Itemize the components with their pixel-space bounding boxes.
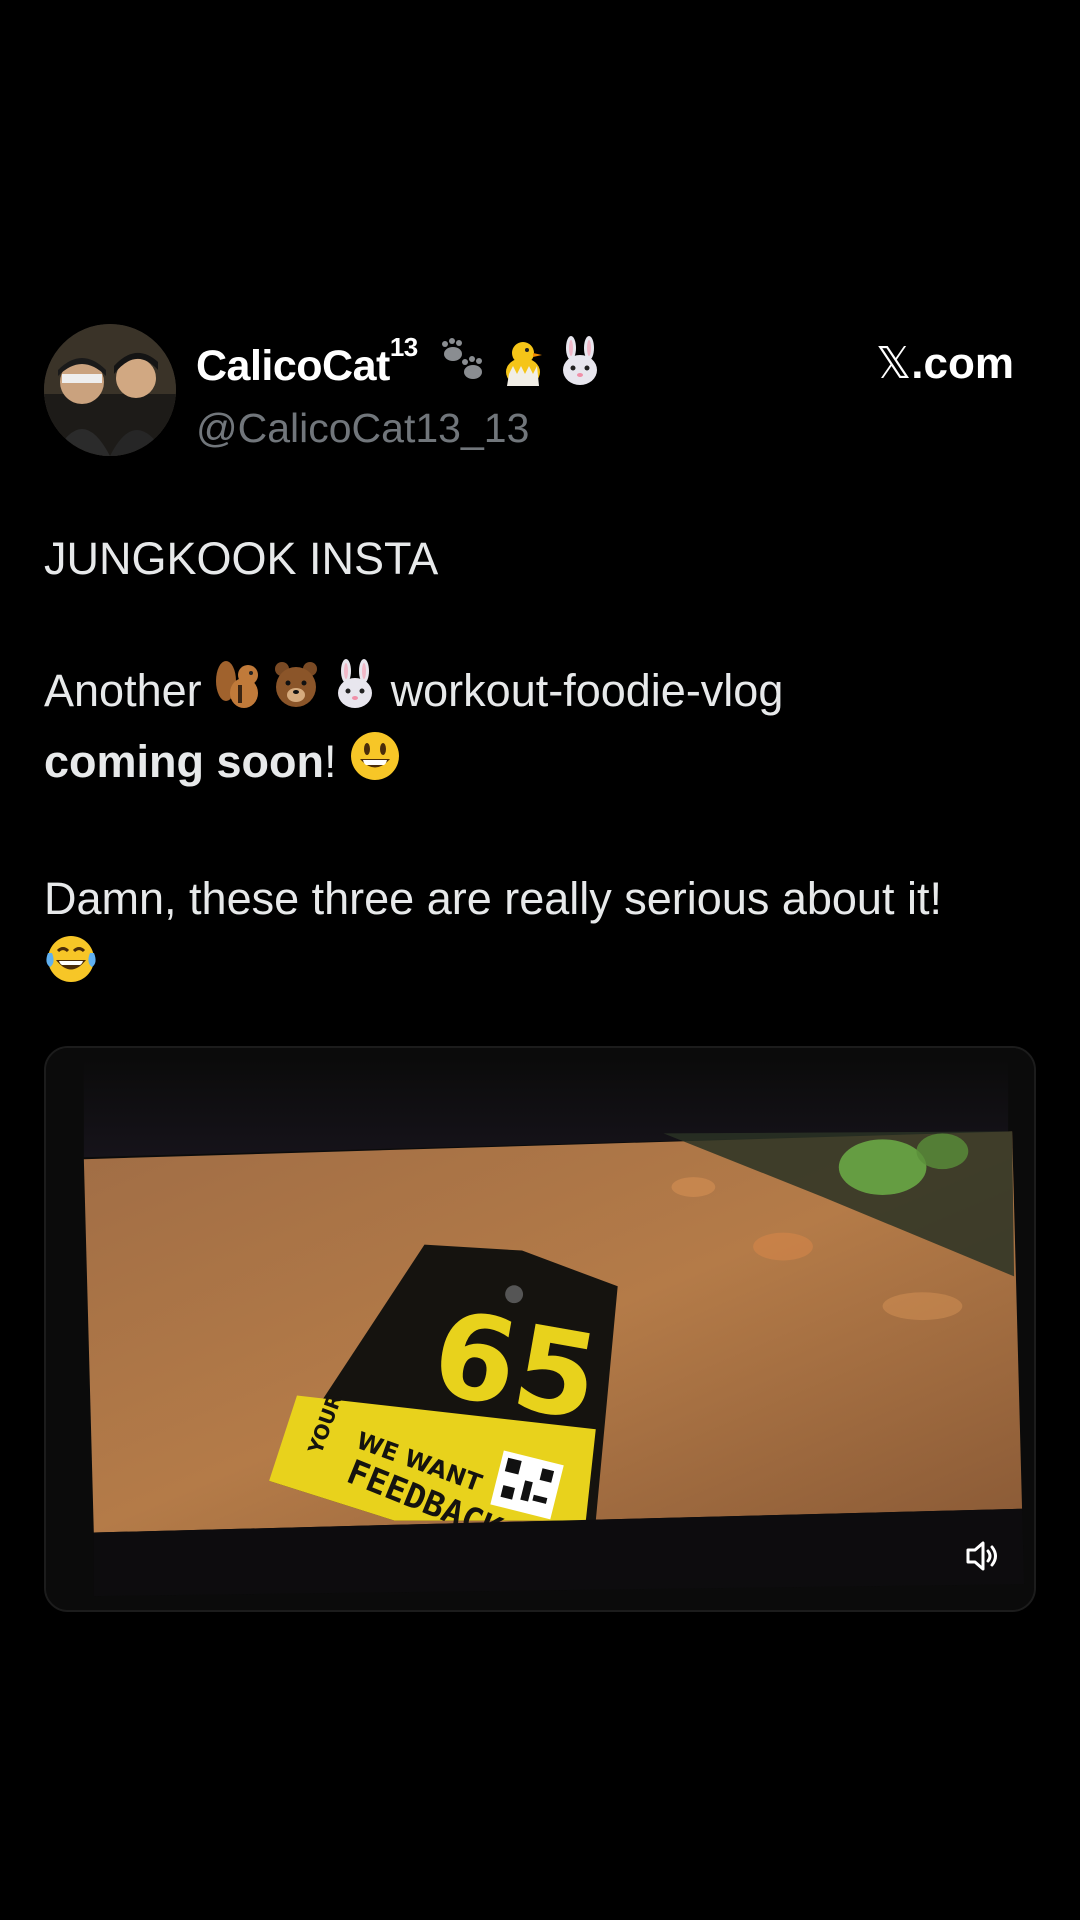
hatching-chick-icon bbox=[506, 342, 543, 386]
display-name[interactable]: CalicoCat13 bbox=[196, 332, 611, 401]
author-names: CalicoCat13 @CalicoCat13_13 bbox=[196, 332, 611, 452]
tears-of-joy-icon bbox=[44, 933, 98, 1003]
animal-emoji-strip bbox=[214, 659, 378, 729]
bear-face-icon bbox=[275, 662, 318, 708]
tag-number: 65 bbox=[423, 1284, 608, 1447]
coming-soon-bold: coming soon bbox=[44, 736, 324, 788]
tweet-line-1: JUNGKOOK INSTA bbox=[44, 533, 439, 584]
tweet-line-2: Another workout-foodie-vlog bbox=[44, 658, 1044, 729]
x-logo-icon: 𝕏 bbox=[875, 338, 912, 389]
name-emoji-strip bbox=[439, 336, 611, 401]
tweet-line-5 bbox=[44, 932, 1044, 1003]
video-frame: 65 WE WANT FEEDBACK YOUR bbox=[46, 1048, 1034, 1610]
display-name-text: CalicoCat bbox=[196, 341, 390, 390]
tweet-line-3-rest: ! bbox=[324, 736, 337, 788]
rabbit-face-icon bbox=[563, 336, 598, 385]
rabbit-face-icon bbox=[338, 659, 373, 709]
x-com-watermark: 𝕏.com bbox=[876, 338, 1014, 389]
grinning-face-icon bbox=[349, 730, 401, 800]
display-name-superscript: 13 bbox=[389, 332, 418, 362]
avatar[interactable] bbox=[44, 324, 176, 456]
author-handle[interactable]: @CalicoCat13_13 bbox=[196, 405, 611, 452]
video-player[interactable]: 65 WE WANT FEEDBACK YOUR bbox=[44, 1046, 1036, 1612]
speaker-icon bbox=[966, 1541, 997, 1571]
paw-prints-icon bbox=[442, 338, 483, 379]
tweet-header: CalicoCat13 @CalicoCat13_13 𝕏.com bbox=[44, 324, 1014, 458]
tweet-line-3: coming soon! bbox=[44, 729, 1044, 800]
chipmunk-icon bbox=[216, 661, 259, 709]
tweet-text: JUNGKOOK INSTA Another workout-foodie-vl… bbox=[44, 526, 1044, 1003]
brand-suffix: .com bbox=[911, 339, 1014, 388]
tweet-line-4: Damn, these three are really serious abo… bbox=[44, 873, 942, 925]
volume-toggle-button[interactable] bbox=[960, 1534, 1004, 1578]
tweet-line-2-start: Another bbox=[44, 665, 202, 716]
tweet-line-2-end: workout-foodie-vlog bbox=[390, 665, 784, 716]
